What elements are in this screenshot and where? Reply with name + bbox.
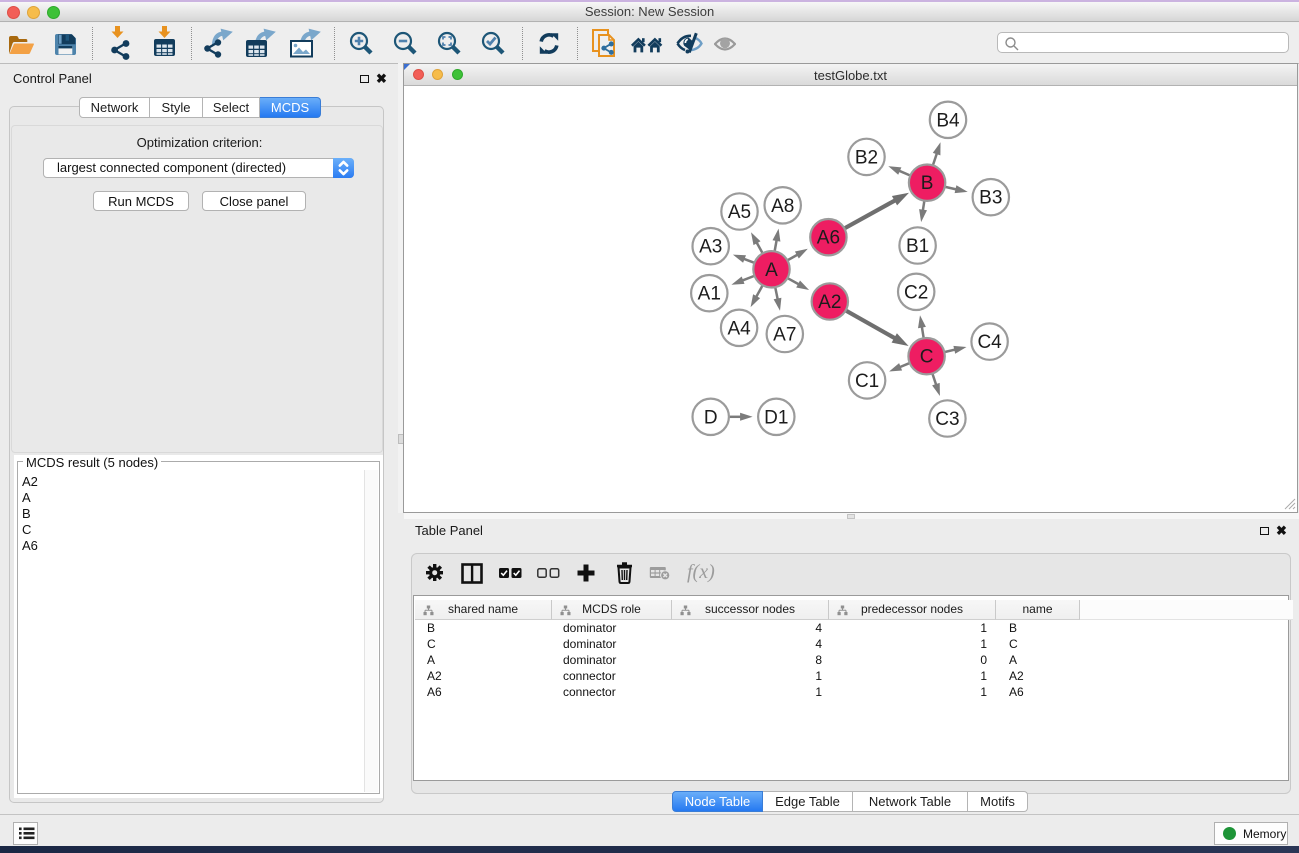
- svg-text:A1: A1: [698, 284, 721, 305]
- svg-text:A: A: [765, 260, 778, 281]
- svg-text:A3: A3: [699, 237, 722, 258]
- svg-text:A8: A8: [771, 196, 794, 217]
- svg-text:A7: A7: [773, 325, 796, 346]
- svg-text:A2: A2: [818, 292, 841, 313]
- svg-text:B3: B3: [979, 188, 1002, 209]
- svg-text:B1: B1: [906, 236, 929, 257]
- svg-text:B2: B2: [855, 147, 878, 168]
- svg-text:A4: A4: [727, 318, 751, 339]
- svg-text:B: B: [921, 173, 934, 194]
- svg-text:D: D: [704, 407, 718, 428]
- svg-text:D1: D1: [764, 407, 788, 428]
- svg-text:C1: C1: [855, 371, 879, 392]
- svg-text:C: C: [920, 347, 934, 368]
- svg-text:A6: A6: [817, 228, 840, 249]
- svg-text:A5: A5: [728, 202, 751, 223]
- svg-text:C4: C4: [977, 332, 1002, 353]
- svg-text:C3: C3: [935, 409, 959, 430]
- svg-text:B4: B4: [936, 110, 960, 131]
- svg-text:C2: C2: [904, 282, 928, 303]
